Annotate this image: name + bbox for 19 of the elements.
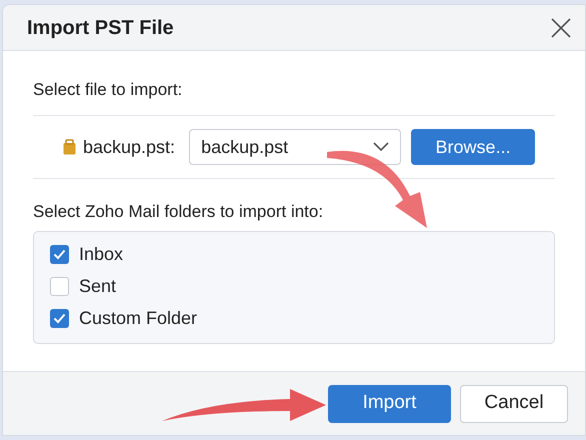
checkbox[interactable] [50,245,69,264]
folder-label: Sent [79,275,116,298]
folder-label: Custom Folder [79,307,198,330]
file-icon [63,139,76,155]
checkbox[interactable] [50,277,69,296]
checkbox[interactable] [50,309,69,328]
file-select[interactable]: backup.pst [189,129,402,165]
chevron-down-icon [373,142,390,152]
import-button[interactable]: Import [328,384,451,422]
file-label: backup.pst: [83,136,176,159]
cancel-button[interactable]: Cancel [460,384,568,422]
checkmark-icon [53,313,66,324]
folder-label: Inbox [79,243,124,266]
close-icon[interactable] [549,16,573,40]
checkmark-icon [53,249,66,260]
section-heading: Select Zoho Mail folders to import into: [33,201,324,223]
window-title: Import PST File [27,16,174,40]
section-heading: Select file to import: [33,79,184,101]
browse-button[interactable]: Browse... [411,129,536,165]
